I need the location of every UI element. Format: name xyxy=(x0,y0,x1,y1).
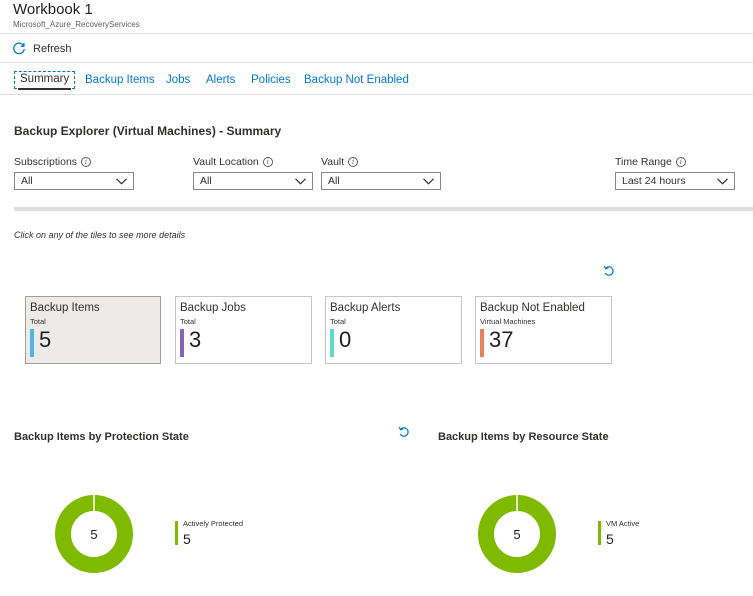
info-icon[interactable]: i xyxy=(348,157,359,167)
tile-subtitle: Virtual Machines xyxy=(480,317,536,326)
vault-location-label: Vault Location xyxy=(193,156,259,168)
info-icon[interactable]: i xyxy=(81,157,92,167)
time-range-label: Time Range xyxy=(615,156,672,168)
param-vault: Vault i All xyxy=(321,156,441,190)
tab-bar: Summary Backup Items Jobs Alerts Policie… xyxy=(0,68,753,95)
section-divider xyxy=(14,207,753,211)
legend-color-bar xyxy=(175,521,178,545)
undo-icon[interactable] xyxy=(603,265,615,277)
subscriptions-label: Subscriptions xyxy=(14,156,78,168)
subscriptions-value: All xyxy=(21,175,33,187)
section-title: Backup Explorer (Virtual Machines) - Sum… xyxy=(14,124,282,138)
donut-center-total: 5 xyxy=(513,527,520,542)
legend-label: Actively Protected xyxy=(183,519,244,528)
vault-value: All xyxy=(328,175,340,187)
tab-backup-not-enabled[interactable]: Backup Not Enabled xyxy=(304,74,409,86)
refresh-label: Refresh xyxy=(33,43,72,55)
undo-icon[interactable] xyxy=(398,426,410,438)
tile-subtitle: Total xyxy=(30,317,46,326)
tile-backup-items[interactable]: Backup Items Total 5 xyxy=(25,296,161,364)
legend-value: 5 xyxy=(606,531,614,547)
resource-state-legend-item[interactable]: VM Active 5 xyxy=(598,519,678,547)
page-subtitle: Microsoft_Azure_RecoveryServices xyxy=(13,20,140,29)
param-time-range: Time Range i Last 24 hours xyxy=(615,156,735,190)
protection-state-legend-item[interactable]: Actively Protected 5 xyxy=(175,519,265,547)
tile-title: Backup Alerts xyxy=(330,302,401,314)
chevron-down-icon xyxy=(717,178,728,185)
time-range-dropdown[interactable]: Last 24 hours xyxy=(615,172,735,190)
tab-summary[interactable]: Summary xyxy=(14,71,76,90)
info-icon[interactable]: i xyxy=(262,157,273,167)
tile-value: 0 xyxy=(339,327,352,352)
tile-title: Backup Items xyxy=(30,302,100,314)
tile-subtitle: Total xyxy=(180,317,196,326)
protection-state-donut[interactable]: 5 xyxy=(54,494,134,574)
command-bar: Refresh xyxy=(0,34,753,63)
tile-subtitle: Total xyxy=(330,317,346,326)
chevron-down-icon xyxy=(116,178,127,185)
vault-dropdown[interactable]: All xyxy=(321,172,441,190)
info-icon[interactable]: i xyxy=(675,157,686,167)
refresh-button[interactable]: Refresh xyxy=(12,41,72,57)
tab-alerts[interactable]: Alerts xyxy=(206,74,235,86)
donut-center-total: 5 xyxy=(90,527,97,542)
tile-color-bar xyxy=(330,329,334,357)
legend-color-bar xyxy=(598,521,601,545)
tab-backup-items[interactable]: Backup Items xyxy=(85,74,155,86)
page-title: Workbook 1 xyxy=(13,1,93,18)
chevron-down-icon xyxy=(423,178,434,185)
tile-value: 3 xyxy=(189,327,202,352)
legend-value: 5 xyxy=(183,531,191,547)
tiles-hint: Click on any of the tiles to see more de… xyxy=(14,230,186,240)
tile-title: Backup Not Enabled xyxy=(480,302,585,314)
vault-location-value: All xyxy=(200,175,212,187)
subscriptions-dropdown[interactable]: All xyxy=(14,172,134,190)
vault-label: Vault xyxy=(321,156,345,168)
tile-backup-alerts[interactable]: Backup Alerts Total 0 xyxy=(325,296,462,364)
resource-state-donut[interactable]: 5 xyxy=(477,494,557,574)
vault-location-dropdown[interactable]: All xyxy=(193,172,313,190)
refresh-icon xyxy=(13,42,25,55)
tile-color-bar xyxy=(480,329,484,357)
resource-state-chart-title: Backup Items by Resource State xyxy=(438,431,609,443)
tile-color-bar xyxy=(180,329,184,357)
tab-policies[interactable]: Policies xyxy=(251,74,291,86)
tile-backup-not-enabled[interactable]: Backup Not Enabled Virtual Machines 37 xyxy=(475,296,612,364)
param-subscriptions: Subscriptions i All xyxy=(14,156,134,190)
legend-label: VM Active xyxy=(606,519,640,528)
workbook-header: Workbook 1 Microsoft_Azure_RecoveryServi… xyxy=(0,0,753,34)
tile-backup-jobs[interactable]: Backup Jobs Total 3 xyxy=(175,296,312,364)
param-vault-location: Vault Location i All xyxy=(193,156,313,190)
tile-value: 5 xyxy=(39,327,52,352)
tile-color-bar xyxy=(30,329,34,357)
time-range-value: Last 24 hours xyxy=(622,175,686,187)
tab-jobs[interactable]: Jobs xyxy=(166,74,190,86)
protection-state-chart-title: Backup Items by Protection State xyxy=(14,431,189,443)
tile-title: Backup Jobs xyxy=(180,302,246,314)
tile-value: 37 xyxy=(489,327,514,352)
chevron-down-icon xyxy=(295,178,306,185)
